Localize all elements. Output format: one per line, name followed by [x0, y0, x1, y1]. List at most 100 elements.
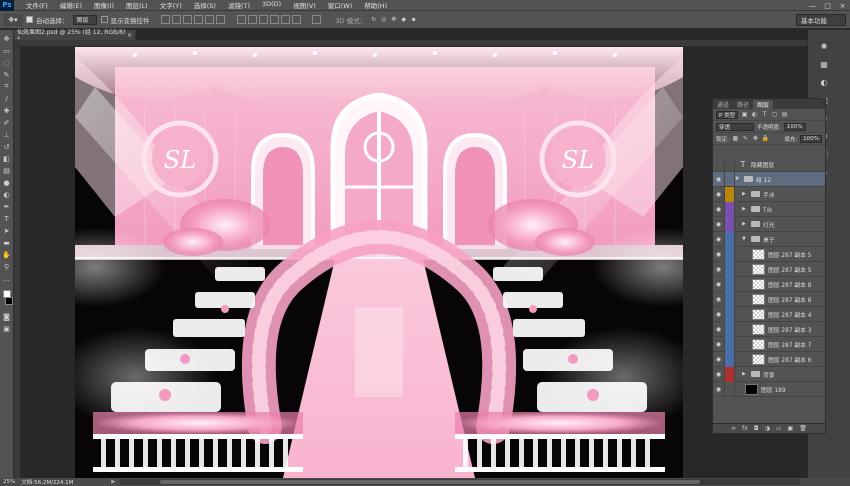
visibility-eye-icon[interactable]: ◉ [713, 171, 725, 187]
zoom-tool-icon[interactable]: ⚲ [1, 262, 12, 271]
distribute-bottom-icon[interactable] [258, 15, 268, 24]
fill-input[interactable]: 100% [800, 134, 822, 143]
collapsed-arrow-icon[interactable]: ▶ [742, 371, 748, 377]
panel-tab-0[interactable]: 通道 [713, 100, 733, 109]
color-panel-icon[interactable]: ✺ [818, 40, 830, 52]
layer-row[interactable]: ◉ 图层 287 副本 3 [713, 321, 825, 337]
filter-adjust-icon[interactable]: ◐ [751, 111, 758, 118]
hand-tool-icon[interactable]: ✋ [1, 250, 12, 259]
layer-row[interactable]: ◉ ▼ 桌子 [713, 231, 825, 247]
filter-type-icon[interactable]: T [761, 111, 768, 118]
blend-mode-dropdown[interactable]: 穿透 [716, 122, 754, 131]
add-mask-icon[interactable]: ◘ [754, 425, 759, 432]
align-top-icon[interactable] [160, 15, 170, 24]
eyedropper-tool-icon[interactable]: ∕ [1, 94, 12, 103]
filter-smart-icon[interactable]: ▤ [781, 111, 788, 118]
layer-row[interactable]: ◉ 图层 287 副本 7 [713, 336, 825, 352]
crop-tool-icon[interactable]: ⌗ [1, 82, 12, 91]
zoom-level[interactable]: 25% [3, 479, 15, 485]
menu-item-9[interactable]: 窗口(W) [322, 0, 359, 10]
visibility-eye-icon[interactable]: ◉ [713, 336, 725, 352]
layer-row[interactable]: ◉ 图层 287 副本 8 [713, 291, 825, 307]
auto-align-icon[interactable] [311, 15, 321, 24]
adjustments-panel-icon[interactable]: ◐ [818, 76, 830, 88]
panel-tab-2[interactable]: 图层 [753, 100, 774, 109]
visibility-eye-icon[interactable]: ◉ [713, 291, 725, 307]
layer-row[interactable]: ◉ 图层 287 副本 4 [713, 306, 825, 322]
layer-row[interactable]: ◉ 图层 287 副本 5 [713, 261, 825, 277]
distribute-top-icon[interactable] [236, 15, 246, 24]
menu-item-3[interactable]: 图层(L) [120, 0, 154, 10]
3d-pan-icon[interactable]: ✥ [390, 16, 397, 23]
align-vcenter-icon[interactable] [171, 15, 181, 24]
filter-shape-icon[interactable]: ▢ [771, 111, 778, 118]
lock-transparent-icon[interactable]: ▦ [732, 135, 739, 142]
visibility-eye-icon[interactable]: ◉ [713, 381, 725, 397]
extra-tools-icon[interactable]: … [1, 274, 12, 283]
menu-item-7[interactable]: 3D(D) [256, 0, 287, 10]
menu-item-10[interactable]: 帮助(H) [358, 0, 393, 10]
align-left-icon[interactable] [193, 15, 203, 24]
collapsed-arrow-icon[interactable]: ▶ [742, 191, 748, 197]
visibility-eye-icon[interactable] [713, 156, 725, 172]
maximize-button[interactable]: □ [820, 0, 835, 11]
align-hcenter-icon[interactable] [204, 15, 214, 24]
eraser-tool-icon[interactable]: ◧ [1, 154, 12, 163]
visibility-eye-icon[interactable]: ◉ [713, 321, 725, 337]
expanded-arrow-icon[interactable]: ▼ [735, 176, 741, 182]
expanded-arrow-icon[interactable]: ▼ [742, 236, 748, 242]
menu-item-1[interactable]: 编辑(E) [54, 0, 88, 10]
menu-item-4[interactable]: 文字(Y) [154, 0, 188, 10]
brush-tool-icon[interactable]: ✐ [1, 118, 12, 127]
background-color-swatch[interactable] [4, 297, 13, 305]
layer-row[interactable]: ◉ ▶ 背景 [713, 366, 825, 382]
filter-pixel-icon[interactable]: ▣ [741, 111, 748, 118]
minimize-button[interactable]: — [805, 0, 820, 11]
layer-row[interactable]: ◉ 图层 287 副本 8 [713, 276, 825, 292]
3d-slide-icon[interactable]: ◆ [400, 16, 407, 23]
marquee-tool-icon[interactable]: ▭ [1, 46, 12, 55]
show-transform-checkbox[interactable] [100, 16, 108, 23]
collapsed-arrow-icon[interactable]: ▶ [742, 221, 748, 227]
auto-select-dropdown[interactable]: 图层 [72, 14, 97, 25]
lock-position-icon[interactable]: ✥ [752, 135, 759, 142]
visibility-eye-icon[interactable]: ◉ [713, 276, 725, 292]
new-group-icon[interactable]: ▭ [776, 425, 782, 432]
lock-all-icon[interactable]: 🔒 [762, 135, 769, 142]
visibility-eye-icon[interactable]: ◉ [713, 261, 725, 277]
visibility-eye-icon[interactable]: ◉ [713, 351, 725, 367]
quick-select-tool-icon[interactable]: ✎ [1, 70, 12, 79]
layer-row[interactable]: ◉ 图层 287 副本 5 [713, 246, 825, 262]
menu-item-5[interactable]: 选择(S) [188, 0, 222, 10]
lock-pixels-icon[interactable]: ✎ [742, 135, 749, 142]
distribute-left-icon[interactable] [269, 15, 279, 24]
opacity-input[interactable]: 100% [783, 122, 806, 131]
collapsed-arrow-icon[interactable]: ▶ [742, 206, 748, 212]
layer-filter-dropdown[interactable]: P 类型 [716, 110, 739, 119]
workspace-dropdown[interactable]: 基本功能 [796, 14, 846, 26]
align-bottom-icon[interactable] [182, 15, 192, 24]
auto-select-option[interactable]: 自动选择： [26, 15, 69, 25]
layer-row[interactable]: T 隐藏图层 [713, 156, 825, 172]
move-tool-icon[interactable]: ✥ [1, 34, 12, 43]
swatches-panel-icon[interactable]: ▦ [818, 58, 830, 70]
path-select-tool-icon[interactable]: ➤ [1, 226, 12, 235]
layer-row[interactable]: ◉ ▶ T台 [713, 201, 825, 217]
distribute-right-icon[interactable] [291, 15, 301, 24]
adjustment-layer-icon[interactable]: ◑ [765, 425, 770, 432]
delete-layer-icon[interactable]: 🗑 [799, 425, 807, 432]
close-button[interactable]: × [835, 0, 850, 11]
shape-tool-icon[interactable]: ▬ [1, 238, 12, 247]
link-layers-icon[interactable]: ∞ [731, 425, 736, 432]
horizontal-scrollbar-thumb[interactable] [160, 480, 700, 484]
distribute-hcenter-icon[interactable] [280, 15, 290, 24]
history-brush-tool-icon[interactable]: ↺ [1, 142, 12, 151]
lasso-tool-icon[interactable]: ◌ [1, 58, 12, 67]
menu-item-0[interactable]: 文件(F) [20, 0, 54, 10]
status-menu-arrow-icon[interactable]: ▶ [111, 479, 115, 485]
layer-row[interactable]: ◉ ▶ 手冰 [713, 186, 825, 202]
document-tab-close-icon[interactable]: × [127, 32, 132, 39]
visibility-eye-icon[interactable]: ◉ [713, 366, 725, 382]
distribute-vcenter-icon[interactable] [247, 15, 257, 24]
dodge-tool-icon[interactable]: ◐ [1, 190, 12, 199]
